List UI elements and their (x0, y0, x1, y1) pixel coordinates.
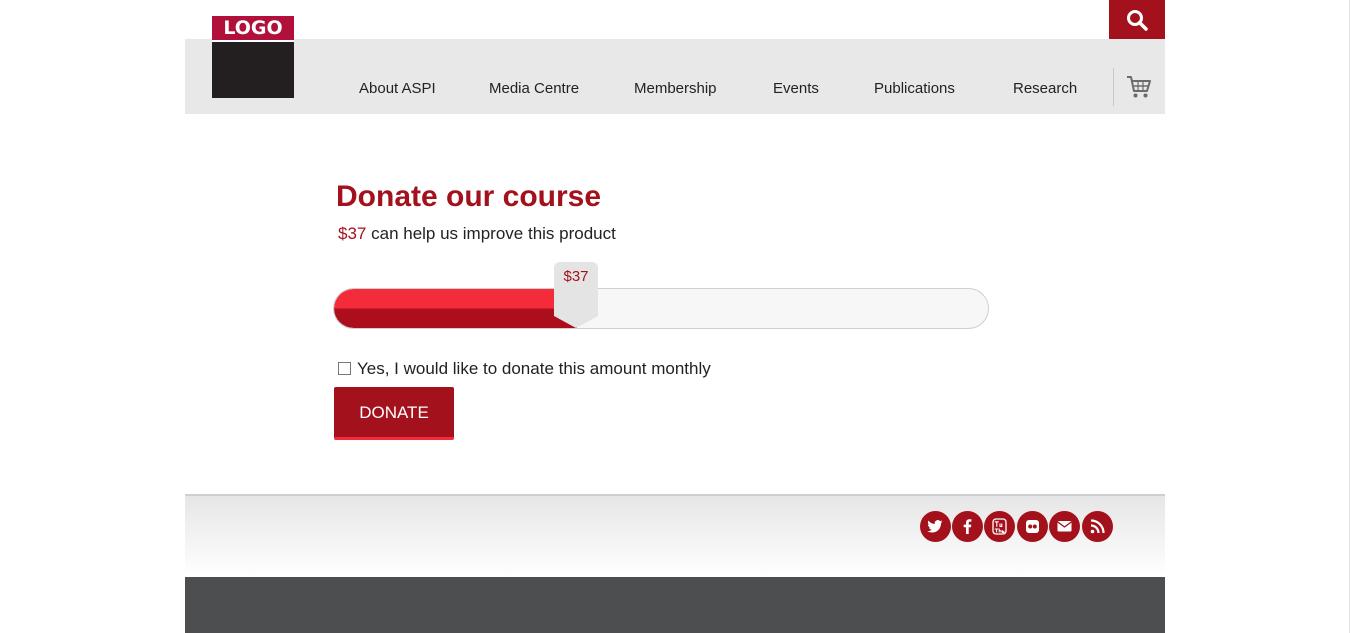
cart-icon (1127, 76, 1151, 98)
facebook-icon (963, 519, 972, 534)
email-icon (1057, 521, 1072, 532)
donation-slider[interactable] (333, 288, 989, 329)
donation-subtitle-text: can help us improve this product (371, 224, 616, 243)
youtube-button[interactable] (984, 511, 1015, 542)
page-container: LOGO About ASPI Media Centre Membership … (185, 0, 1165, 633)
main-nav: About ASPI Media Centre Membership Event… (185, 39, 1165, 114)
facebook-button[interactable] (952, 511, 983, 542)
rss-icon (1090, 519, 1105, 534)
monthly-checkbox[interactable] (338, 362, 351, 375)
twitter-button[interactable] (920, 511, 951, 542)
footer-bottom (185, 577, 1165, 633)
search-button[interactable] (1109, 0, 1165, 39)
flickr-icon (1026, 520, 1039, 533)
nav-media-centre[interactable]: Media Centre (489, 80, 579, 97)
nav-research[interactable]: Research (1013, 80, 1077, 97)
nav-events[interactable]: Events (773, 80, 819, 97)
nav-divider (1113, 68, 1114, 106)
cart-button[interactable] (1126, 74, 1152, 100)
donation-subtitle: $37 can help us improve this product (338, 224, 616, 244)
nav-about-aspi[interactable]: About ASPI (359, 80, 436, 97)
page-title: Donate our course (336, 180, 602, 213)
email-button[interactable] (1049, 511, 1080, 542)
nav-membership[interactable]: Membership (634, 80, 717, 97)
slider-value-label: $37 (563, 268, 589, 285)
nav-publications[interactable]: Publications (874, 80, 955, 97)
slider-fill (334, 289, 577, 328)
twitter-icon (927, 520, 943, 533)
youtube-icon (992, 518, 1007, 535)
donation-amount: $37 (338, 224, 367, 243)
rss-button[interactable] (1082, 511, 1113, 542)
flickr-button[interactable] (1017, 511, 1048, 542)
slider-handle[interactable]: $37 (554, 262, 598, 328)
donate-button[interactable]: DONATE (334, 387, 454, 440)
search-icon (1127, 10, 1148, 31)
monthly-checkbox-label[interactable]: Yes, I would like to donate this amount … (357, 359, 711, 379)
